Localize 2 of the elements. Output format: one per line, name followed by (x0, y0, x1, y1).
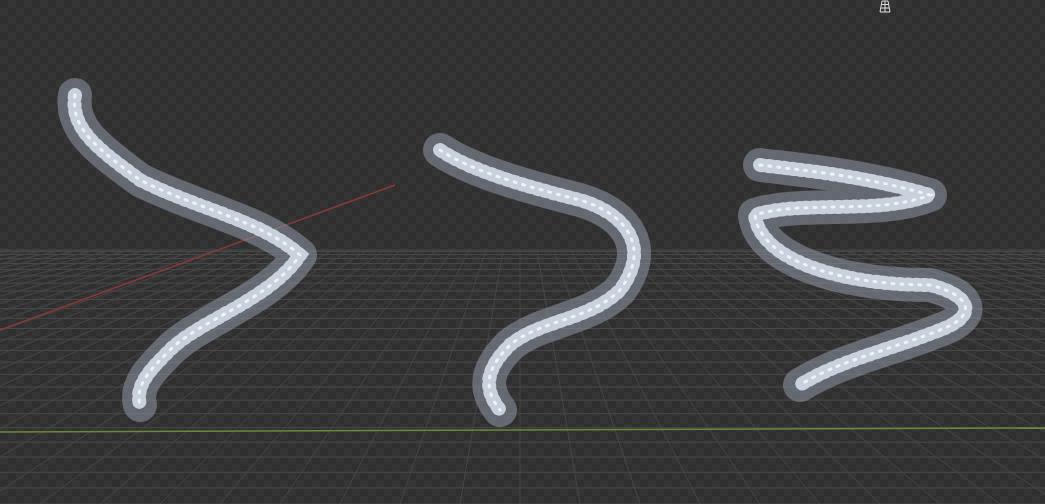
perspective-grid-icon[interactable] (879, 0, 891, 13)
viewport[interactable] (0, 0, 1045, 504)
